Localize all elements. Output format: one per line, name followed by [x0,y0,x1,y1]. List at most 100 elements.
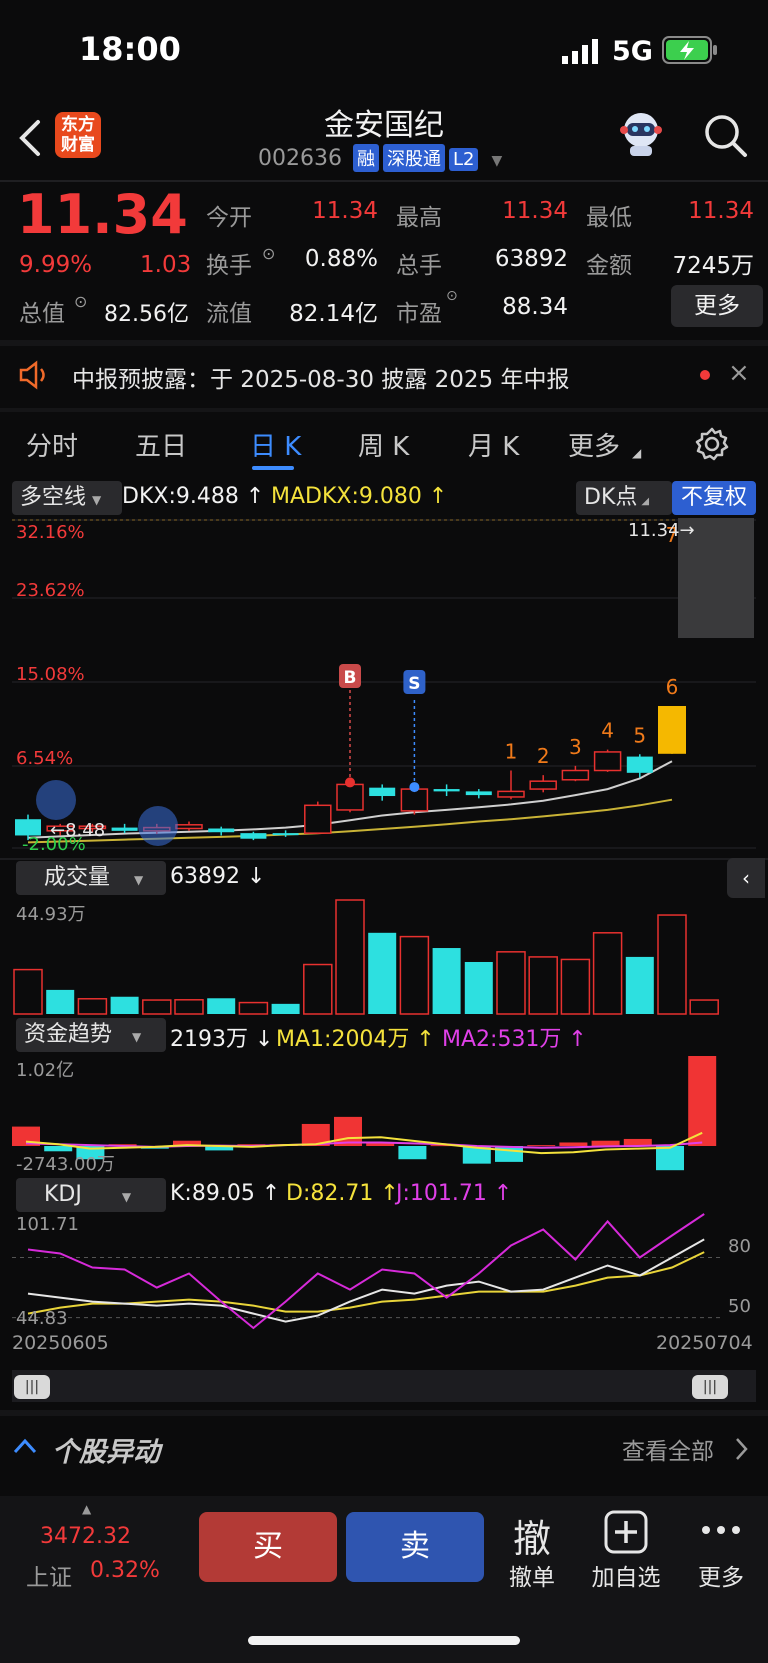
kdj-k: K:89.05 ↑ [170,1181,281,1206]
td-count-label: 4 [601,719,614,743]
candle-body [272,833,299,836]
notice-bar[interactable]: 中报预披露：于 2025-08-30 披露 2025 年中报 × [0,346,768,408]
divider [0,858,768,860]
axis-label-top: 32.16% [16,522,85,543]
index-change[interactable]: 0.32% [90,1558,160,1583]
more-quote-button[interactable]: 更多 [671,285,763,327]
tab-daily-k[interactable]: 日 K [250,426,301,463]
main-indicator-select[interactable]: 多空线 ▼ [12,481,122,515]
fund-bar [398,1146,427,1160]
range-handle-right[interactable]: ||| [692,1375,728,1399]
low-price-marker: ←8.48 [50,820,106,841]
status-bar: 18:00 5G [0,0,768,100]
info-icon[interactable]: ⊙ [446,288,458,304]
volume-bar [560,958,591,1015]
fund-bar [591,1140,620,1146]
buy-button[interactable]: 买 [199,1512,337,1582]
dkx-value: DKX:9.488 ↑ [122,484,265,509]
candlestick-chart[interactable]: B S1 2 34 567 [0,518,768,858]
last-price: 11.34 [17,183,188,246]
fund-bar [559,1142,588,1146]
total-mv-value: 82.56亿 [104,302,189,327]
search-icon[interactable] [702,112,750,160]
volume-label: 总手 [396,253,442,279]
kdj-level-80: 80 [728,1236,751,1257]
kdj-indicator-select[interactable]: KDJ ▼ [16,1178,166,1212]
fund-min-label: -2743.00万 [16,1154,115,1175]
madkx-value: MADKX:9.080 ↑ [271,484,448,509]
float-mv-value: 82.14亿 [289,301,378,327]
fund-ma2: MA2:531万 ↑ [442,1027,587,1052]
candle-body [400,788,429,812]
cancel-icon[interactable]: 撤 [508,1508,556,1563]
tab-monthly-k[interactable]: 月 K [468,426,519,463]
more-dots-icon[interactable] [700,1524,742,1536]
collapse-panel-icon[interactable]: ‹ [727,858,765,898]
notice-text: 中报预披露：于 2025-08-30 披露 2025 年中报 [72,367,570,393]
tab-more[interactable]: 更多 [568,426,620,463]
candle-body [593,751,622,772]
more-button[interactable]: 更多 [686,1558,756,1592]
dk-point-button[interactable]: DK点 ◢ [576,481,672,515]
sell-button[interactable]: 卖 [346,1512,484,1582]
volume-value: 63892 [494,246,568,272]
fund-flow-value: 2193万 ↓ [170,1027,274,1052]
info-icon[interactable]: ⊙ [74,292,87,311]
fund-bar [527,1145,556,1147]
td-count-label: 1 [505,740,518,764]
index-name[interactable]: 上证 [26,1558,72,1592]
candle-body [304,804,332,834]
info-icon[interactable]: ⊙ [262,244,275,263]
index-value[interactable]: 3472.32 [40,1524,131,1549]
volume-bar [110,996,139,1014]
range-handle-left[interactable]: ||| [14,1375,50,1399]
change-percent: 9.99% [19,252,93,278]
tag-l2: L2 [448,148,479,171]
volume-bar [142,999,172,1015]
fund-flow-chart [12,1056,717,1171]
volume-bar [496,951,526,1015]
zoom-out-icon [36,780,76,820]
volume-bar [368,932,397,1014]
add-watchlist-button[interactable]: 加自选 [580,1558,672,1592]
abnormal-section-header[interactable]: 个股异动 查看全部 [0,1416,768,1480]
stock-code-row: 002636 融深股通 L2 ▼ [258,144,502,172]
tab-intraday[interactable]: 分时 [26,426,78,463]
close-icon[interactable]: × [728,358,750,388]
kdj-j-line [27,1213,705,1330]
period-tabs: 分时 五日 日 K 周 K 月 K 更多 ◢ [0,412,768,474]
network-label: 5G [612,36,653,67]
fund-indicator-select[interactable]: 资金趋势 ▼ [16,1018,166,1052]
kdj-max-label: 101.71 [16,1214,79,1235]
robot-assistant-icon[interactable] [616,108,666,158]
turnover-label: 换手 [206,253,252,279]
add-icon[interactable] [604,1510,648,1554]
sell-marker-dot [409,782,420,793]
candle-body-limit-up [658,706,686,754]
header: 东方财富 金安国纪 002636 融深股通 L2 ▼ [0,100,768,180]
cancel-order-button[interactable]: 撤单 [496,1558,568,1592]
view-all-link[interactable]: 查看全部 [622,1432,714,1466]
open-label: 今开 [206,205,252,231]
chevron-down-icon[interactable]: ▼ [491,153,502,169]
volume-bar [464,961,493,1014]
settings-icon[interactable] [694,426,730,462]
volume-bar [625,956,654,1014]
volume-indicator-select[interactable]: 成交量 ▼ [16,861,166,895]
adjust-button[interactable]: 不复权 [672,481,756,515]
change-amount: 1.03 [140,252,192,278]
volume-bar [46,989,75,1014]
tab-five-day[interactable]: 五日 [135,426,187,463]
axis-label: 23.62% [16,580,85,601]
battery-icon [662,36,717,64]
candle-body [465,791,492,796]
chevron-up-icon[interactable] [12,1436,38,1456]
range-slider[interactable] [12,1370,756,1402]
last-price-marker: 11.34→ [628,520,695,541]
kdj-min-label: 44.83 [16,1308,68,1329]
td-count-label: 3 [569,735,582,759]
chevron-right-icon[interactable] [734,1436,750,1462]
tab-weekly-k[interactable]: 周 K [358,426,409,463]
candle-body [208,828,235,833]
candle-body [561,769,590,781]
